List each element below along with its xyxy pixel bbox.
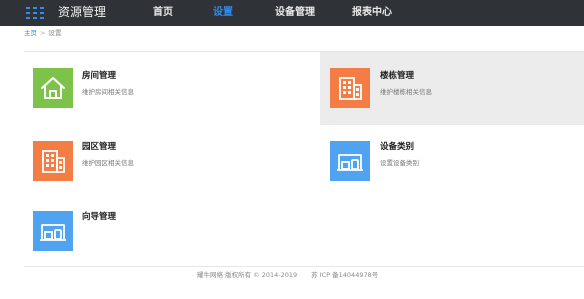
card-title: 楼栋管理	[380, 71, 415, 81]
footer-copyright: 耀牛网络·版权所有 © 2014-2019	[197, 271, 298, 279]
breadcrumb-separator: >	[40, 29, 46, 37]
card-title: 向导管理	[82, 212, 117, 222]
card-title: 设备类别	[380, 142, 415, 152]
app-title: 资源管理	[58, 5, 107, 19]
footer-divider	[24, 266, 584, 267]
breadcrumb: 主页 > 设置	[24, 28, 61, 38]
breadcrumb-home-link[interactable]: 主页	[24, 29, 37, 37]
card-title: 园区管理	[82, 142, 117, 152]
breadcrumb-current: 设置	[48, 29, 62, 37]
card-description: 设置设备类别	[380, 159, 419, 167]
building-icon	[330, 68, 370, 108]
card-title: 房间管理	[82, 71, 117, 81]
card-description: 维护房间相关信息	[82, 88, 134, 96]
nav-item-report-center[interactable]: 报表中心	[352, 6, 392, 20]
footer: 耀牛网络·版权所有 © 2014-2019 苏 ICP 备14044978号	[197, 270, 378, 280]
grid-menu-icon[interactable]	[26, 7, 44, 19]
footer-icp[interactable]: 苏 ICP 备14044978号	[311, 271, 378, 279]
nav-item-device-management[interactable]: 设备管理	[275, 6, 315, 20]
device-icon	[330, 141, 370, 181]
top-nav-bar: 资源管理 首页 设置 设备管理 报表中心	[0, 0, 584, 26]
building-icon	[33, 141, 73, 181]
house-icon	[33, 68, 73, 108]
device-icon	[33, 211, 73, 251]
card-description: 维护园区相关信息	[82, 159, 134, 167]
nav-item-home[interactable]: 首页	[153, 6, 173, 20]
card-description: 维护楼栋相关信息	[380, 88, 432, 96]
nav-item-settings[interactable]: 设置	[213, 6, 233, 20]
